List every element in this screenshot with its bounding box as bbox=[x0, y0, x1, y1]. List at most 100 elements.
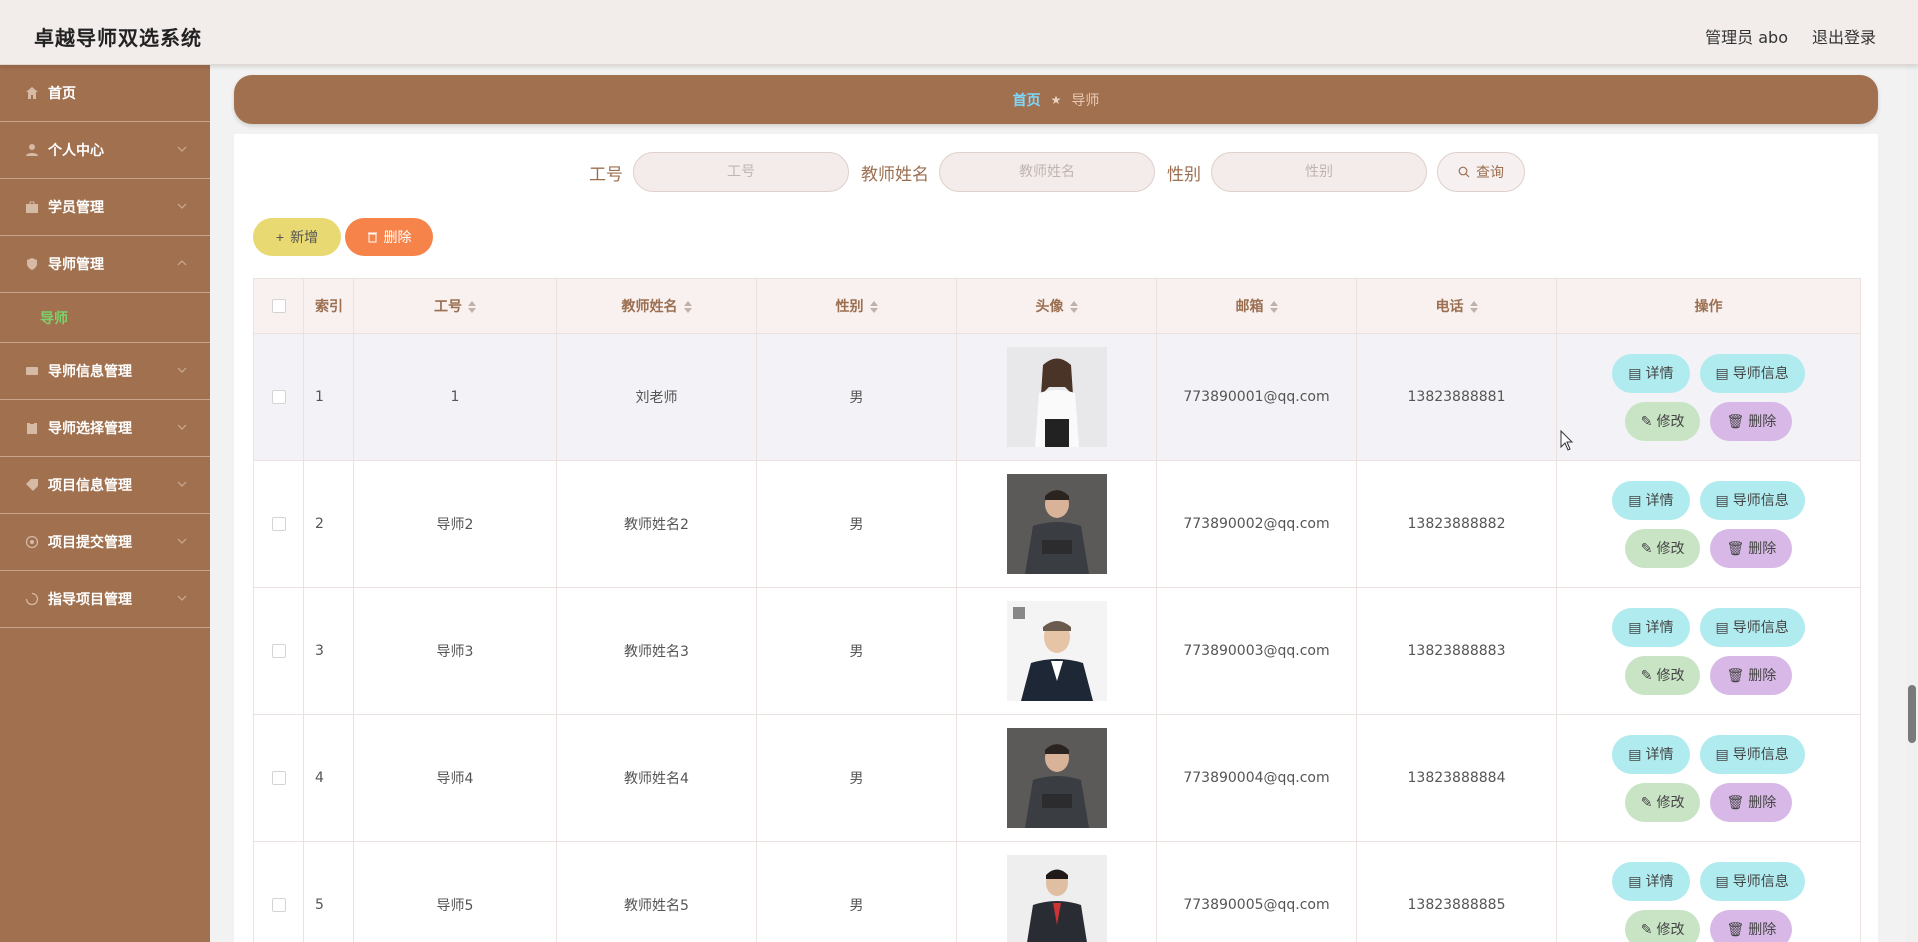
toolbar: + 新增 删除 bbox=[253, 218, 433, 256]
scrollbar-thumb[interactable] bbox=[1908, 685, 1916, 743]
search-icon bbox=[1458, 166, 1470, 178]
column-header-avatar[interactable]: 头像 bbox=[956, 278, 1157, 334]
delete-button[interactable]: 🗑 删除 bbox=[1710, 909, 1793, 942]
sort-icon[interactable] bbox=[683, 301, 692, 313]
cell-name: 教师姓名4 bbox=[556, 714, 757, 842]
column-header-phone[interactable]: 电话 bbox=[1356, 278, 1557, 334]
detail-button[interactable]: ▤ 详情 bbox=[1612, 480, 1690, 520]
target-icon bbox=[24, 534, 40, 550]
sidebar-item-guided-project-mgmt[interactable]: 指导项目管理 bbox=[0, 571, 210, 628]
sort-icon[interactable] bbox=[1269, 301, 1278, 313]
table-row[interactable]: 3 导师3 教师姓名3 男 773890003@qq.com 138238888… bbox=[253, 587, 1861, 715]
avatar-image[interactable] bbox=[1006, 855, 1107, 942]
detail-button[interactable]: ▤ 详情 bbox=[1612, 607, 1690, 647]
edit-button[interactable]: ✎ 修改 bbox=[1624, 782, 1701, 822]
cell-index: 2 bbox=[303, 460, 354, 588]
edit-button[interactable]: ✎ 修改 bbox=[1624, 401, 1701, 441]
row-checkbox[interactable] bbox=[271, 644, 286, 658]
search-button[interactable]: 查询 bbox=[1437, 152, 1525, 192]
avatar-image[interactable] bbox=[1006, 601, 1107, 701]
logout-link[interactable]: 退出登录 bbox=[1812, 24, 1876, 48]
avatar-image[interactable] bbox=[1006, 347, 1107, 447]
row-checkbox[interactable] bbox=[271, 517, 286, 531]
delete-button[interactable]: 🗑 删除 bbox=[1710, 528, 1793, 568]
table-row[interactable]: 2 导师2 教师姓名2 男 773890002@qq.com 138238888… bbox=[253, 460, 1861, 588]
column-header-name[interactable]: 教师姓名 bbox=[556, 278, 757, 334]
avatar-image[interactable] bbox=[1006, 474, 1107, 574]
table-row[interactable]: 4 导师4 教师姓名4 男 773890004@qq.com 138238888… bbox=[253, 714, 1861, 842]
tutor-info-button[interactable]: ▤ 导师信息 bbox=[1699, 480, 1805, 520]
chevron-down-icon bbox=[177, 595, 187, 601]
main-area: 首页 ★ 导师 工号 教师姓名 性别 查询 + 新增 删除 bbox=[210, 65, 1918, 942]
document-icon: ▤ bbox=[1715, 618, 1729, 635]
row-select-cell[interactable] bbox=[253, 333, 304, 461]
sidebar-subitem-tutor[interactable]: 导师 bbox=[0, 293, 210, 343]
admin-user-label[interactable]: 管理员 abo bbox=[1705, 24, 1788, 48]
page-scrollbar[interactable] bbox=[1906, 65, 1918, 942]
edit-button[interactable]: ✎ 修改 bbox=[1624, 655, 1701, 695]
delete-button[interactable]: 🗑 删除 bbox=[1710, 782, 1793, 822]
row-select-cell[interactable] bbox=[253, 841, 304, 942]
search-input-gender[interactable] bbox=[1211, 152, 1427, 192]
row-checkbox[interactable] bbox=[271, 771, 286, 785]
column-header-id[interactable]: 工号 bbox=[353, 278, 557, 334]
detail-button[interactable]: ▤ 详情 bbox=[1612, 861, 1690, 901]
chevron-down-icon bbox=[177, 367, 187, 373]
sidebar-item-home[interactable]: 首页 bbox=[0, 65, 210, 122]
shield-icon bbox=[24, 256, 40, 272]
row-select-cell[interactable] bbox=[253, 587, 304, 715]
cell-name: 教师姓名5 bbox=[556, 841, 757, 942]
sort-icon[interactable] bbox=[1469, 301, 1478, 313]
cell-email: 773890005@qq.com bbox=[1156, 841, 1357, 942]
row-checkbox[interactable] bbox=[271, 898, 286, 912]
sort-icon[interactable] bbox=[1069, 301, 1078, 313]
document-icon: ▤ bbox=[1715, 491, 1729, 508]
edit-button-label: 修改 bbox=[1656, 667, 1685, 683]
detail-button[interactable]: ▤ 详情 bbox=[1612, 353, 1690, 393]
cell-name: 刘老师 bbox=[556, 333, 757, 461]
cell-avatar bbox=[956, 333, 1157, 461]
sidebar-item-tutor-info-mgmt[interactable]: 导师信息管理 bbox=[0, 343, 210, 400]
tutor-info-button[interactable]: ▤ 导师信息 bbox=[1699, 607, 1805, 647]
column-header-label: 邮箱 bbox=[1235, 299, 1264, 315]
delete-button[interactable]: 🗑 删除 bbox=[1710, 401, 1793, 441]
column-header-gender[interactable]: 性别 bbox=[756, 278, 957, 334]
cell-id: 导师4 bbox=[353, 714, 557, 842]
cell-avatar bbox=[956, 714, 1157, 842]
sidebar-item-project-submit-mgmt[interactable]: 项目提交管理 bbox=[0, 514, 210, 571]
edit-button-label: 修改 bbox=[1656, 921, 1685, 937]
sidebar-item-project-info-mgmt[interactable]: 项目信息管理 bbox=[0, 457, 210, 514]
batch-delete-button[interactable]: 删除 bbox=[345, 218, 433, 256]
edit-button[interactable]: ✎ 修改 bbox=[1624, 909, 1701, 942]
sort-icon[interactable] bbox=[468, 301, 476, 313]
sidebar-item-tutor-selection-mgmt[interactable]: 导师选择管理 bbox=[0, 400, 210, 457]
sort-icon[interactable] bbox=[869, 301, 878, 313]
sidebar-item-student-mgmt[interactable]: 学员管理 bbox=[0, 179, 210, 236]
edit-button[interactable]: ✎ 修改 bbox=[1624, 528, 1701, 568]
select-all-checkbox[interactable] bbox=[271, 299, 286, 313]
row-select-cell[interactable] bbox=[253, 714, 304, 842]
row-select-cell[interactable] bbox=[253, 460, 304, 588]
trash-icon: 🗑 bbox=[1726, 539, 1745, 556]
column-header-email[interactable]: 邮箱 bbox=[1156, 278, 1357, 334]
tutor-info-button[interactable]: ▤ 导师信息 bbox=[1699, 734, 1805, 774]
sidebar-item-tutor-mgmt[interactable]: 导师管理 bbox=[0, 236, 210, 293]
delete-button[interactable]: 🗑 删除 bbox=[1710, 655, 1793, 695]
table-row[interactable]: 5 导师5 教师姓名5 男 773890005@qq.com 138238888… bbox=[253, 841, 1861, 942]
search-input-name[interactable] bbox=[939, 152, 1155, 192]
tutor-info-button[interactable]: ▤ 导师信息 bbox=[1699, 353, 1805, 393]
detail-button[interactable]: ▤ 详情 bbox=[1612, 734, 1690, 774]
avatar-image[interactable] bbox=[1006, 728, 1107, 828]
search-form: 工号 教师姓名 性别 查询 bbox=[234, 152, 1878, 192]
search-input-id[interactable] bbox=[633, 152, 849, 192]
select-all-cell[interactable] bbox=[253, 278, 304, 334]
sidebar-item-personal-center[interactable]: 个人中心 bbox=[0, 122, 210, 179]
row-checkbox[interactable] bbox=[271, 390, 286, 404]
add-button[interactable]: + 新增 bbox=[253, 218, 341, 256]
table-row[interactable]: 1 1 刘老师 男 773890001@qq.com 13823888881 ▤… bbox=[253, 333, 1861, 461]
tutor-info-button[interactable]: ▤ 导师信息 bbox=[1699, 861, 1805, 901]
top-header: 卓越导师双选系统 管理员 abo 退出登录 bbox=[0, 0, 1918, 65]
column-header-actions: 操作 bbox=[1556, 278, 1861, 334]
breadcrumb-home[interactable]: 首页 bbox=[1013, 90, 1041, 110]
cell-gender: 男 bbox=[756, 460, 957, 588]
